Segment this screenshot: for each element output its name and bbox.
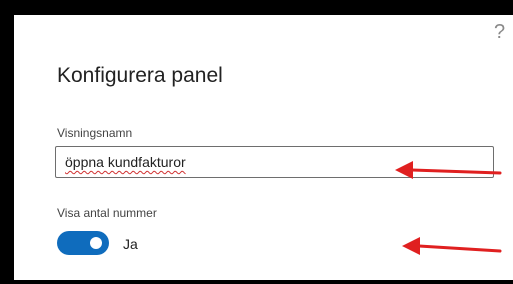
arrow-to-name-field: [395, 161, 502, 179]
annotation-arrows: [395, 161, 502, 255]
arrow-to-toggle: [402, 237, 502, 255]
